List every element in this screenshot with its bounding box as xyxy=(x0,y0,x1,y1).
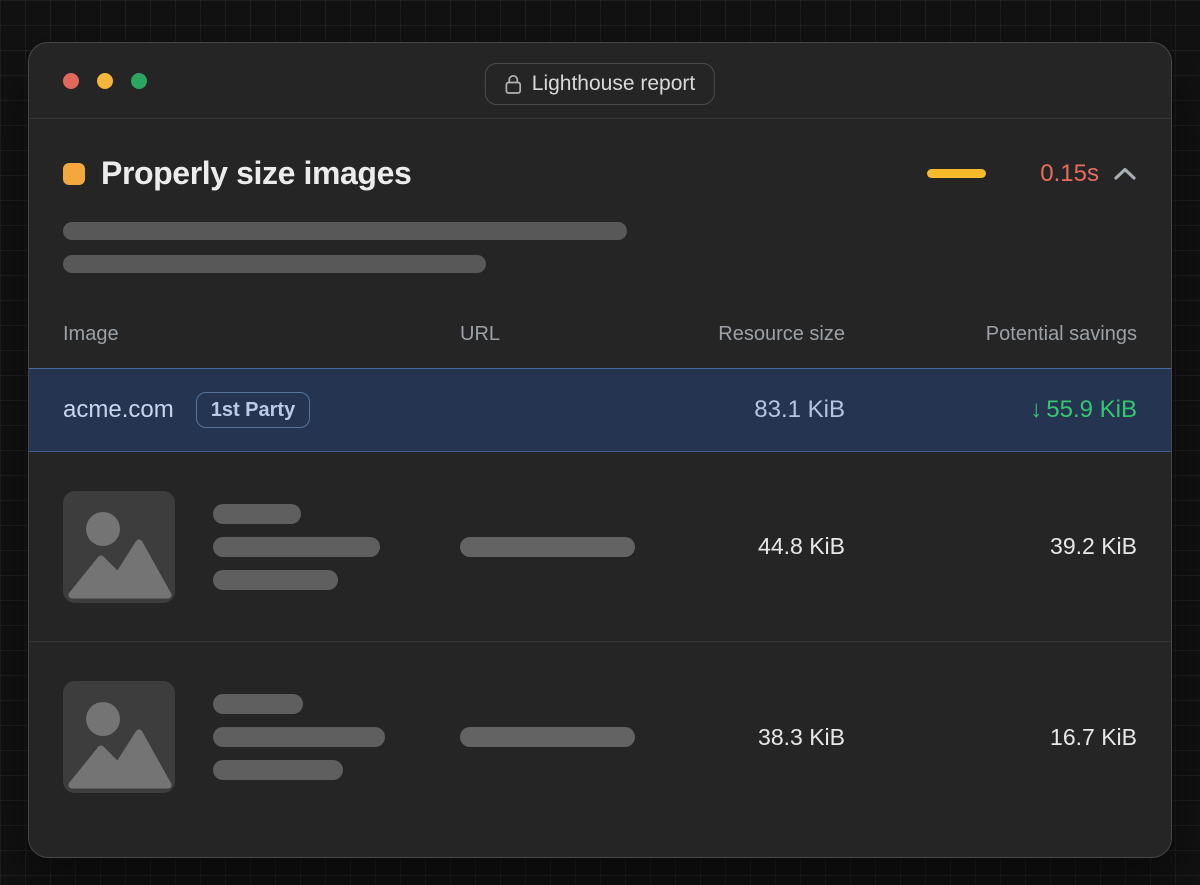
image-text-skeleton xyxy=(213,694,385,780)
image-placeholder-icon xyxy=(63,491,175,603)
host-label: acme.com xyxy=(63,396,174,424)
skeleton-line xyxy=(213,570,338,590)
skeleton-text-line xyxy=(63,255,486,273)
severity-meter-bar xyxy=(927,169,986,178)
potential-savings-value: 16.7 KiB xyxy=(845,724,1137,751)
audit-timing-value: 0.15s xyxy=(1040,160,1099,188)
report-title-badge-label: Lighthouse report xyxy=(532,72,695,96)
column-header-resource-size: Resource size xyxy=(670,323,845,346)
resource-size-value: 44.8 KiB xyxy=(670,533,845,560)
audit-severity-icon xyxy=(63,163,85,185)
lock-icon xyxy=(505,74,522,95)
minimize-button[interactable] xyxy=(97,73,113,89)
audit-description-skeleton xyxy=(29,222,1171,273)
savings-down-arrow-icon: ↓ xyxy=(1030,396,1042,423)
report-title-badge[interactable]: Lighthouse report xyxy=(485,63,715,105)
image-cell xyxy=(63,491,460,603)
window-titlebar: Lighthouse report xyxy=(29,43,1171,119)
summary-savings: ↓55.9 KiB xyxy=(845,396,1137,424)
skeleton-line xyxy=(213,727,385,747)
url-skeleton xyxy=(460,537,635,557)
zoom-button[interactable] xyxy=(131,73,147,89)
summary-row-acme[interactable]: acme.com 1st Party 83.1 KiB ↓55.9 KiB xyxy=(29,368,1171,452)
host-cell: acme.com 1st Party xyxy=(63,392,460,428)
skeleton-line xyxy=(213,537,380,557)
table-header: Image URL Resource size Potential saving… xyxy=(29,323,1171,346)
lighthouse-report-window: Lighthouse report Properly size images 0… xyxy=(28,42,1172,858)
potential-savings-value: 39.2 KiB xyxy=(845,533,1137,560)
table-row: 44.8 KiB 39.2 KiB xyxy=(29,452,1171,642)
audit-title: Properly size images xyxy=(101,155,411,192)
image-text-skeleton xyxy=(213,504,380,590)
url-skeleton xyxy=(460,727,635,747)
summary-savings-value: 55.9 KiB xyxy=(1046,396,1137,423)
column-header-url: URL xyxy=(460,323,670,346)
close-button[interactable] xyxy=(63,73,79,89)
skeleton-line xyxy=(213,760,343,780)
image-cell xyxy=(63,681,460,793)
column-header-image: Image xyxy=(63,323,460,346)
resource-size-value: 38.3 KiB xyxy=(670,724,845,751)
image-placeholder-icon xyxy=(63,681,175,793)
window-controls xyxy=(63,73,147,89)
url-cell xyxy=(460,727,670,747)
url-cell xyxy=(460,537,670,557)
skeleton-line xyxy=(213,504,301,524)
chevron-up-icon[interactable] xyxy=(1113,166,1137,181)
audit-header: Properly size images 0.15s xyxy=(29,155,1171,192)
first-party-badge: 1st Party xyxy=(196,392,311,428)
column-header-potential-savings: Potential savings xyxy=(845,323,1137,346)
table-row: 38.3 KiB 16.7 KiB xyxy=(29,642,1171,832)
summary-resource-size: 83.1 KiB xyxy=(670,396,845,424)
skeleton-line xyxy=(213,694,303,714)
audit-meta: 0.15s xyxy=(927,160,1137,188)
skeleton-text-line xyxy=(63,222,627,240)
